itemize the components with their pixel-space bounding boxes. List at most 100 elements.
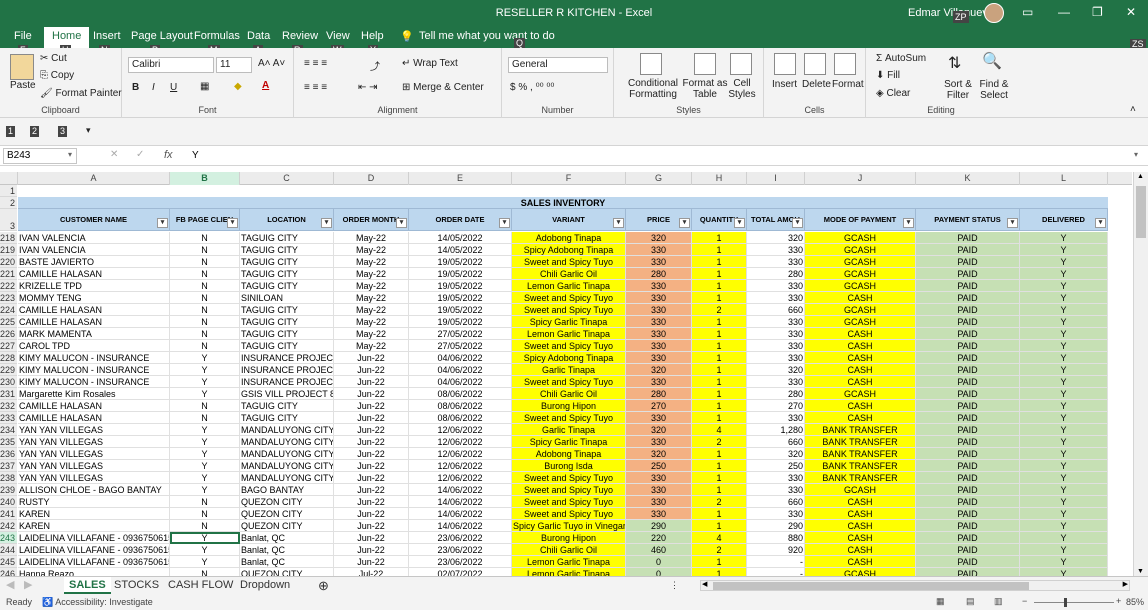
row-number[interactable]: 241 [0, 508, 17, 520]
table-cell[interactable]: 330 [747, 328, 805, 340]
table-cell[interactable]: PAID [916, 292, 1020, 304]
table-cell[interactable]: Jun-22 [334, 352, 409, 364]
table-cell[interactable]: Lemon Garlic Tinapa [512, 280, 626, 292]
table-cell[interactable]: CASH [805, 556, 916, 568]
table-cell[interactable]: Y [1020, 412, 1108, 424]
table-cell[interactable]: CASH [805, 412, 916, 424]
table-cell[interactable]: PAID [916, 304, 1020, 316]
table-cell[interactable]: GCASH [805, 484, 916, 496]
table-cell[interactable]: Adobong Tinapa [512, 232, 626, 244]
table-cell[interactable]: N [170, 304, 240, 316]
font-size-select[interactable]: 11 [216, 57, 252, 73]
table-cell[interactable]: Y [1020, 424, 1108, 436]
table-cell[interactable]: PAID [916, 352, 1020, 364]
table-cell[interactable]: 330 [747, 316, 805, 328]
minimize-icon[interactable]: — [1058, 5, 1070, 19]
table-cell[interactable]: PAID [916, 364, 1020, 376]
table-cell[interactable]: Y [170, 388, 240, 400]
select-all-corner[interactable] [0, 172, 18, 185]
table-cell[interactable]: 04/06/2022 [409, 352, 512, 364]
table-cell[interactable]: Garlic Tinapa [512, 364, 626, 376]
name-box[interactable]: B243 [3, 148, 77, 164]
table-cell[interactable]: LAIDELINA VILLAFANE - 09367506150 [18, 544, 170, 556]
table-cell[interactable]: May-22 [334, 256, 409, 268]
borders-icon[interactable]: ▦ [200, 81, 209, 92]
table-cell[interactable]: N [170, 508, 240, 520]
table-cell[interactable]: Y [170, 436, 240, 448]
table-cell[interactable]: QUEZON CITY [240, 520, 334, 532]
table-cell[interactable]: Chili Garlic Oil [512, 388, 626, 400]
table-cell[interactable]: YAN YAN VILLEGAS [18, 460, 170, 472]
row-number[interactable]: 222 [0, 280, 17, 292]
table-cell[interactable]: Y [1020, 460, 1108, 472]
row-number[interactable]: 229 [0, 364, 17, 376]
table-cell[interactable]: CASH [805, 352, 916, 364]
table-cell[interactable]: Spicy Garlic Tinapa [512, 436, 626, 448]
row-number[interactable]: 226 [0, 328, 17, 340]
table-cell[interactable]: 19/05/2022 [409, 316, 512, 328]
sort-filter-button[interactable]: Sort & Filter [942, 79, 974, 101]
zoom-in-icon[interactable]: + [1116, 596, 1121, 606]
table-cell[interactable]: PAID [916, 388, 1020, 400]
table-cell[interactable]: PAID [916, 232, 1020, 244]
table-cell[interactable]: 14/06/2022 [409, 520, 512, 532]
merge-center-button[interactable]: ⊞ Merge & Center [402, 82, 484, 93]
table-cell[interactable]: May-22 [334, 244, 409, 256]
page-layout-view-icon[interactable]: ▤ [966, 596, 975, 607]
table-cell[interactable]: MANDALUYONG CITY [240, 448, 334, 460]
name-box-dropdown-icon[interactable]: ▾ [68, 150, 72, 159]
table-cell[interactable]: GCASH [805, 244, 916, 256]
row-number[interactable]: 3 [0, 209, 17, 231]
row-number[interactable]: 1 [0, 185, 17, 197]
table-cell[interactable]: May-22 [334, 268, 409, 280]
table-cell[interactable]: PAID [916, 448, 1020, 460]
table-cell[interactable]: N [170, 412, 240, 424]
table-cell[interactable]: 320 [626, 364, 692, 376]
table-cell[interactable]: CAMILLE HALASAN [18, 412, 170, 424]
row-number[interactable]: 2 [0, 197, 17, 209]
column-header-k[interactable]: K [916, 172, 1020, 185]
table-cell[interactable]: 270 [747, 400, 805, 412]
tab-data[interactable]: Data [247, 30, 270, 42]
clear-button[interactable]: ◈ Clear [876, 88, 910, 99]
table-cell[interactable]: Jun-22 [334, 544, 409, 556]
table-cell[interactable]: - [747, 556, 805, 568]
delete-cells-icon[interactable] [804, 53, 826, 75]
table-cell[interactable]: 330 [747, 508, 805, 520]
table-cell[interactable]: PAID [916, 532, 1020, 544]
table-cell[interactable]: May-22 [334, 340, 409, 352]
conditional-formatting-icon[interactable] [640, 53, 662, 75]
expand-formula-icon[interactable]: ▾ [1134, 150, 1138, 159]
row-number[interactable]: 219 [0, 244, 17, 256]
table-cell[interactable]: CAROL TPD [18, 340, 170, 352]
table-cell[interactable]: N [170, 496, 240, 508]
table-cell[interactable]: 320 [747, 364, 805, 376]
row-number[interactable]: 228 [0, 352, 17, 364]
cut-button[interactable]: ✂ Cut [40, 53, 67, 64]
table-cell[interactable]: 23/06/2022 [409, 532, 512, 544]
table-cell[interactable]: Y [1020, 532, 1108, 544]
table-cell[interactable]: LAIDELINA VILLAFANE - 09367506150 [18, 532, 170, 544]
align-left-icon[interactable]: ≡ ≡ ≡ [304, 82, 327, 93]
table-cell[interactable]: PAID [916, 340, 1020, 352]
table-cell[interactable]: Y [1020, 496, 1108, 508]
table-cell[interactable]: Y [1020, 340, 1108, 352]
tab-insert[interactable]: Insert [93, 30, 121, 42]
table-cell[interactable]: 19/05/2022 [409, 268, 512, 280]
table-cell[interactable]: BANK TRANSFER [805, 460, 916, 472]
table-cell[interactable]: 08/06/2022 [409, 400, 512, 412]
table-cell[interactable]: Y [1020, 280, 1108, 292]
table-cell[interactable]: 4 [692, 424, 747, 436]
table-cell[interactable]: 23/06/2022 [409, 556, 512, 568]
row-number[interactable]: 240 [0, 496, 17, 508]
table-cell[interactable]: 330 [626, 256, 692, 268]
sheet-tab-dropdown[interactable]: Dropdown [240, 577, 290, 594]
table-cell[interactable]: MARK MAMENTA [18, 328, 170, 340]
table-cell[interactable]: N [170, 232, 240, 244]
filter-dropdown-icon[interactable]: ▾ [1007, 218, 1018, 228]
column-header-i[interactable]: I [747, 172, 805, 185]
table-cell[interactable]: Margarette Kim Rosales [18, 388, 170, 400]
paste-button[interactable]: Paste [10, 80, 36, 91]
table-cell[interactable]: Y [1020, 232, 1108, 244]
table-cell[interactable]: 1 [692, 244, 747, 256]
